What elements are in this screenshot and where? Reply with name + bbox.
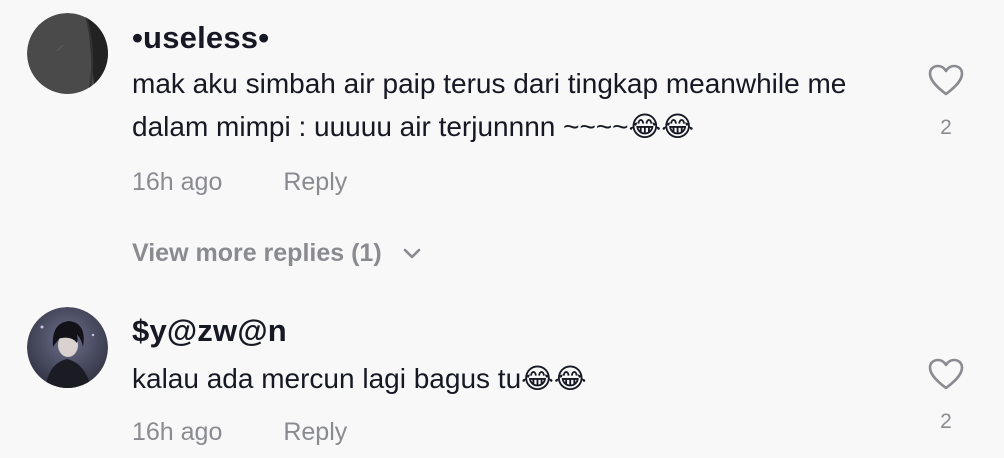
chevron-down-icon	[403, 249, 420, 259]
username[interactable]: $y@zw@n	[132, 313, 287, 349]
like-button[interactable]: 2	[924, 358, 968, 434]
avatar-dark-gray-icon	[27, 13, 108, 94]
reply-button[interactable]: Reply	[283, 418, 347, 447]
comment-text-content: mak aku simbah air paip terus dari tingk…	[132, 68, 847, 142]
like-count: 2	[940, 116, 952, 139]
view-more-replies-label: View more replies (1)	[132, 239, 382, 267]
comment-meta: 16h ago Reply	[132, 418, 347, 447]
heart-outline-icon	[928, 64, 964, 96]
comment-timestamp: 16h ago	[132, 418, 223, 446]
comment-text: kalau ada mercun lagi bagus tu😂😂	[132, 357, 912, 400]
comment-text: mak aku simbah air paip terus dari tingk…	[132, 62, 912, 148]
user-avatar[interactable]	[27, 307, 108, 388]
comment-item: $y@zw@n kalau ada mercun lagi bagus tu😂😂…	[0, 295, 1004, 458]
avatar-anime-character-icon	[27, 307, 108, 388]
username[interactable]: •useless•	[132, 20, 269, 56]
view-more-replies-button[interactable]: View more replies (1)	[132, 239, 421, 268]
like-count: 2	[940, 410, 952, 433]
user-avatar[interactable]	[27, 13, 108, 94]
comment-text-content: kalau ada mercun lagi bagus tu😂😂	[132, 363, 587, 394]
comment-item: •useless• mak aku simbah air paip terus …	[0, 0, 1004, 230]
heart-outline-icon	[928, 358, 964, 390]
reply-button[interactable]: Reply	[283, 168, 347, 197]
comment-timestamp: 16h ago	[132, 168, 223, 196]
comment-list: •useless• mak aku simbah air paip terus …	[0, 0, 1004, 458]
comment-meta: 16h ago Reply	[132, 168, 347, 197]
like-button[interactable]: 2	[924, 64, 968, 140]
